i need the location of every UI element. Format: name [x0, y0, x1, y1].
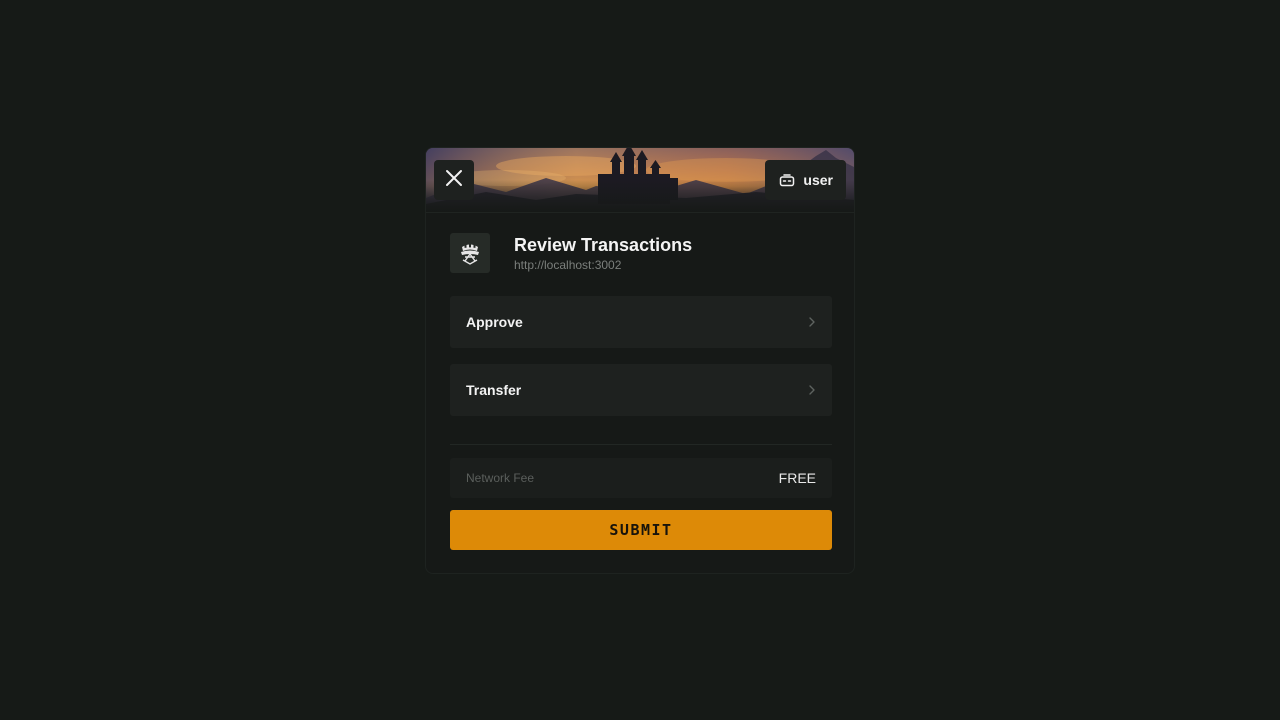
page-title: Review Transactions	[514, 234, 693, 255]
chevron-right-icon	[808, 316, 816, 328]
transaction-label: Transfer	[466, 382, 522, 398]
submit-button[interactable]: SUBMIT	[450, 510, 832, 550]
transaction-label: Approve	[466, 314, 523, 330]
chevron-right-icon	[808, 384, 816, 396]
controller-icon	[779, 173, 795, 187]
user-label: user	[803, 172, 833, 188]
transaction-item-approve[interactable]: Approve	[450, 296, 832, 348]
banner-divider	[426, 212, 854, 213]
crest-logo-icon	[450, 233, 490, 273]
close-button[interactable]	[434, 160, 474, 200]
network-fee-row: Network Fee FREE	[450, 458, 832, 498]
transaction-review-modal: user Review Transactions http://localhos…	[425, 147, 855, 574]
network-fee-value: FREE	[778, 470, 816, 486]
close-icon	[445, 169, 463, 192]
section-divider	[450, 444, 832, 445]
network-fee-label: Network Fee	[466, 471, 535, 485]
transaction-item-transfer[interactable]: Transfer	[450, 364, 832, 416]
request-origin: http://localhost:3002	[514, 257, 622, 272]
request-header: Review Transactions http://localhost:300…	[450, 233, 692, 273]
user-account-button[interactable]: user	[765, 160, 846, 200]
